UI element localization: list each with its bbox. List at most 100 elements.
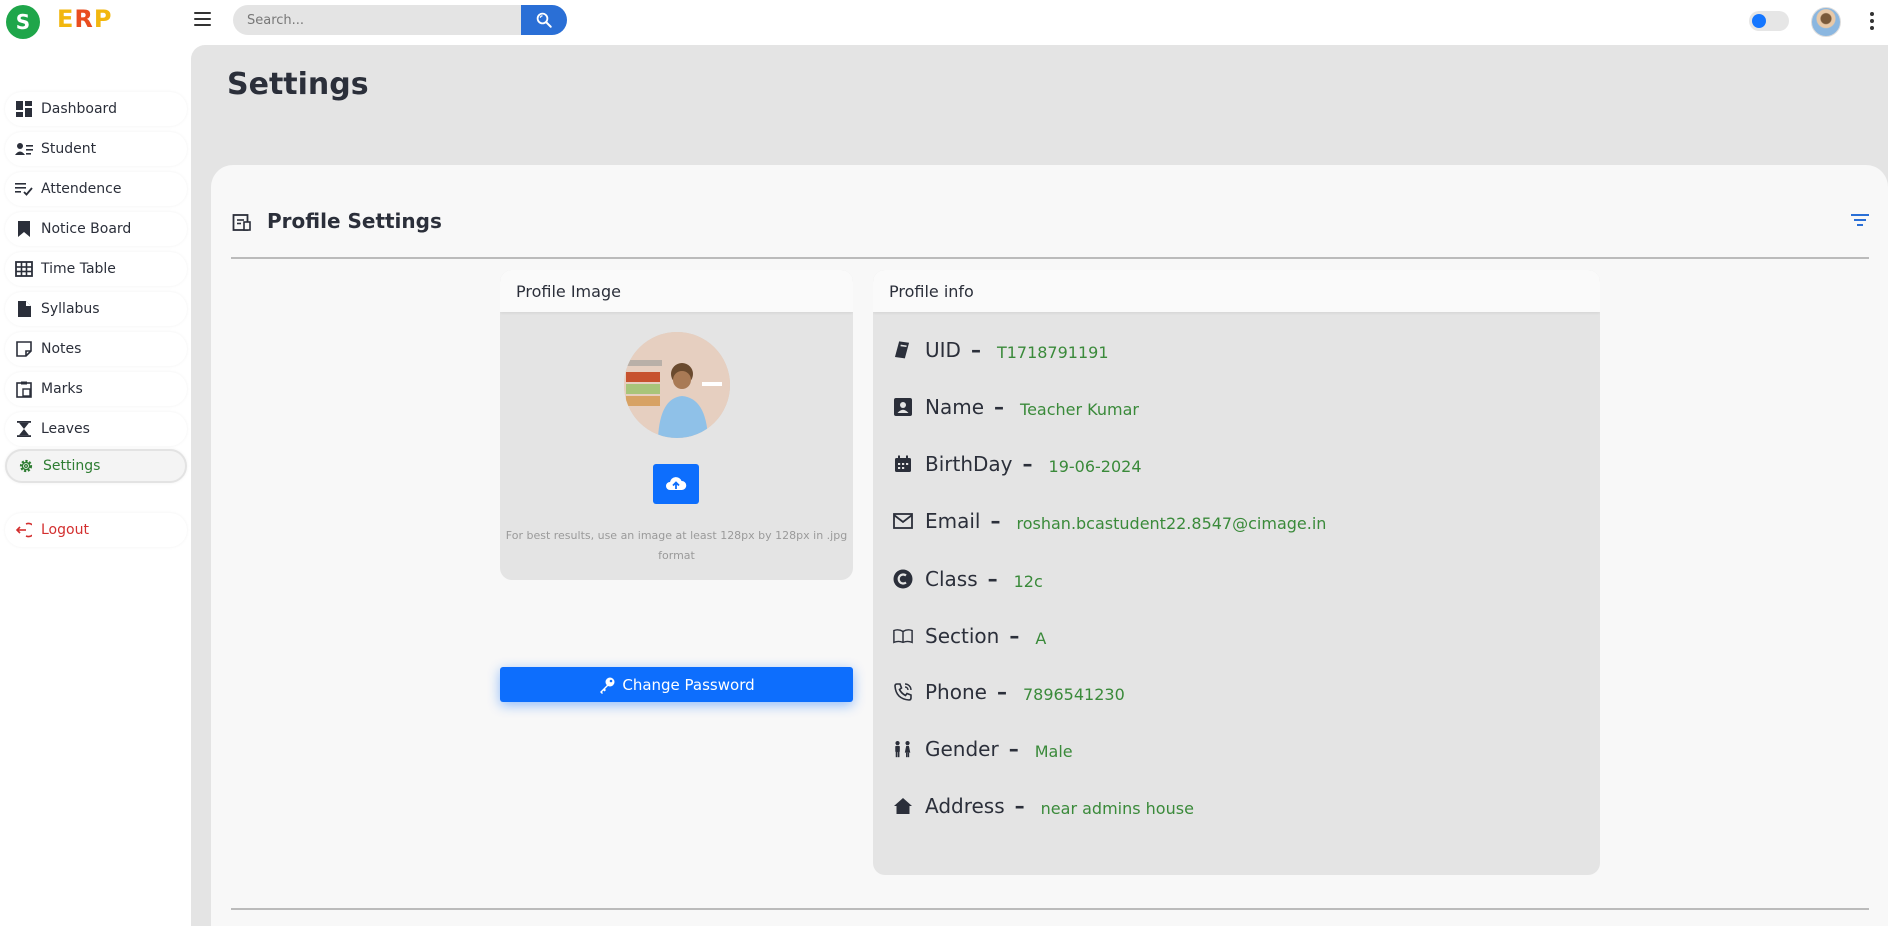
brand-name[interactable]: ERP bbox=[57, 5, 112, 33]
separator: – bbox=[990, 509, 1001, 533]
sidebar-item-dashboard[interactable]: Dashboard bbox=[5, 92, 187, 126]
top-bar: S ERP bbox=[0, 0, 1888, 40]
phone-icon bbox=[893, 682, 913, 702]
separator: – bbox=[996, 680, 1007, 704]
sidebar-item-label: Attendence bbox=[41, 181, 122, 197]
info-value: T1718791191 bbox=[996, 342, 1109, 362]
logout-label: Logout bbox=[41, 522, 89, 538]
info-label: Class bbox=[925, 567, 978, 591]
sidebar-item-time-table[interactable]: Time Table bbox=[5, 252, 187, 286]
calendar-icon bbox=[893, 454, 913, 474]
upload-image-button[interactable] bbox=[653, 464, 699, 504]
change-password-button[interactable]: Change Password bbox=[500, 667, 853, 702]
info-row-name: Name – Teacher Kumar bbox=[893, 395, 1139, 419]
sidebar-item-attendence[interactable]: Attendence bbox=[5, 172, 187, 206]
info-row-class: Class – 12c bbox=[893, 567, 1043, 591]
key-icon bbox=[598, 676, 616, 694]
sidebar-item-label: Settings bbox=[43, 458, 101, 474]
info-row-uid: UID – T1718791191 bbox=[893, 338, 1109, 362]
gear-icon bbox=[17, 457, 35, 475]
document-icon bbox=[15, 300, 33, 318]
info-row-birthday: BirthDay – 19-06-2024 bbox=[893, 452, 1142, 476]
card-divider-bottom bbox=[231, 908, 1869, 910]
sidebar-item-label: Notice Board bbox=[41, 221, 132, 237]
sidebar: Dashboard Student Attendence Notice Boar… bbox=[0, 40, 190, 926]
menu-toggle-icon[interactable] bbox=[194, 12, 211, 26]
info-value: A bbox=[1035, 628, 1047, 648]
search-input[interactable] bbox=[233, 5, 521, 35]
profile-info-panel: Profile info UID – T1718791191 Name – Teac… bbox=[873, 270, 1600, 875]
brand-letter-e: E bbox=[57, 5, 75, 33]
info-label: Address bbox=[925, 794, 1005, 818]
logo-icon[interactable]: S bbox=[6, 5, 40, 39]
sidebar-item-leaves[interactable]: Leaves bbox=[5, 412, 187, 446]
search-button[interactable] bbox=[521, 5, 567, 35]
page-title: Settings bbox=[227, 67, 369, 102]
info-row-email: Email – roshan.bcastudent22.8547@cimage.i… bbox=[893, 509, 1326, 533]
info-row-section: Section – A bbox=[893, 624, 1046, 648]
card-title: Profile Settings bbox=[267, 209, 442, 233]
home-icon bbox=[893, 796, 913, 816]
bookmark-icon bbox=[15, 220, 33, 238]
more-options-icon[interactable] bbox=[1869, 12, 1875, 30]
logout-icon bbox=[15, 521, 33, 539]
separator: – bbox=[1014, 794, 1025, 818]
info-row-address: Address – near admins house bbox=[893, 794, 1194, 818]
theme-toggle[interactable] bbox=[1749, 11, 1789, 31]
separator: – bbox=[1008, 737, 1019, 761]
book-icon bbox=[893, 626, 913, 646]
attendance-icon bbox=[15, 180, 33, 198]
separator: – bbox=[1022, 452, 1033, 476]
sidebar-item-label: Student bbox=[41, 141, 97, 157]
user-avatar[interactable] bbox=[1811, 7, 1841, 37]
sidebar-item-label: Syllabus bbox=[41, 301, 100, 317]
student-icon bbox=[15, 140, 33, 158]
toggle-knob bbox=[1752, 14, 1766, 28]
info-label: Gender bbox=[925, 737, 999, 761]
brand-letter-r: R bbox=[74, 5, 94, 33]
c-circle-icon bbox=[893, 569, 913, 589]
separator: – bbox=[994, 395, 1005, 419]
table-icon bbox=[15, 260, 33, 278]
gender-icon bbox=[893, 739, 913, 759]
brand-letter-p: P bbox=[93, 5, 113, 33]
sidebar-item-student[interactable]: Student bbox=[5, 132, 187, 166]
profile-settings-card: Profile Settings Profile Image For best … bbox=[211, 165, 1888, 926]
sidebar-item-label: Leaves bbox=[41, 421, 90, 437]
sidebar-item-label: Notes bbox=[41, 341, 82, 357]
person-badge-icon bbox=[893, 397, 913, 417]
info-value: 19-06-2024 bbox=[1048, 456, 1142, 476]
sidebar-item-settings[interactable]: Settings bbox=[5, 449, 187, 483]
mail-icon bbox=[893, 511, 913, 531]
cloud-upload-icon bbox=[666, 477, 687, 490]
info-label: Phone bbox=[925, 680, 987, 704]
change-password-label: Change Password bbox=[622, 675, 755, 694]
sidebar-item-marks[interactable]: Marks bbox=[5, 372, 187, 406]
sidebar-item-label: Marks bbox=[41, 381, 83, 397]
profile-document-icon bbox=[232, 214, 251, 231]
info-label: Name bbox=[925, 395, 985, 419]
sidebar-item-syllabus[interactable]: Syllabus bbox=[5, 292, 187, 326]
info-value: 12c bbox=[1013, 571, 1043, 591]
sidebar-item-notes[interactable]: Notes bbox=[5, 332, 187, 366]
separator: – bbox=[987, 567, 998, 591]
sidebar-item-notice-board[interactable]: Notice Board bbox=[5, 212, 187, 246]
info-row-phone: Phone – 7896541230 bbox=[893, 680, 1125, 704]
info-value: 7896541230 bbox=[1022, 684, 1125, 704]
profile-image-title: Profile Image bbox=[500, 270, 853, 312]
info-label: UID bbox=[925, 338, 961, 362]
separator: – bbox=[1009, 624, 1020, 648]
profile-info-title: Profile info bbox=[873, 270, 1600, 312]
sidebar-item-label: Dashboard bbox=[41, 101, 117, 117]
logout-button[interactable]: Logout bbox=[5, 513, 187, 547]
note-icon bbox=[15, 340, 33, 358]
info-label: Section bbox=[925, 624, 1000, 648]
info-value: roshan.bcastudent22.8547@cimage.in bbox=[1016, 513, 1327, 533]
info-row-gender: Gender – Male bbox=[893, 737, 1073, 761]
filter-icon[interactable] bbox=[1851, 213, 1869, 227]
clipboard-icon bbox=[15, 380, 33, 398]
profile-picture bbox=[624, 332, 730, 438]
info-value: Teacher Kumar bbox=[1020, 399, 1139, 419]
separator: – bbox=[970, 338, 981, 362]
info-label: BirthDay bbox=[925, 452, 1013, 476]
